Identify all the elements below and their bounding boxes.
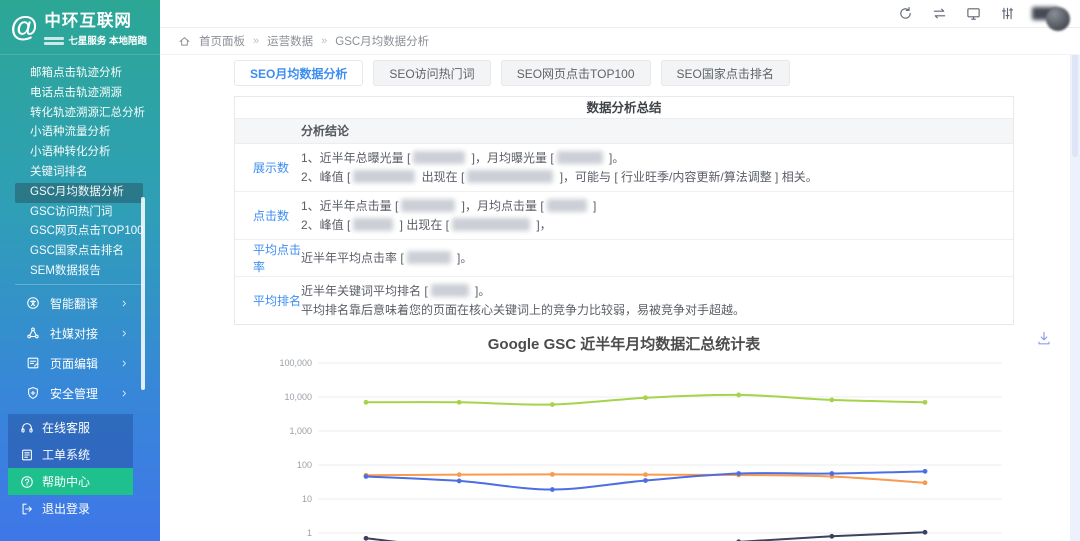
redacted-value — [407, 251, 451, 264]
user-cluster — [1032, 0, 1070, 31]
breadcrumb-separator: » — [321, 35, 327, 47]
help-icon — [20, 475, 34, 489]
page-scrollbar[interactable] — [1070, 48, 1080, 541]
sidebar-item[interactable]: 帮助中心 — [8, 468, 133, 495]
redacted-value — [401, 199, 455, 212]
summary-row-label: 展示数 — [235, 159, 301, 176]
sidebar-menu-top: 邮箱点击轨迹分析电话点击轨迹溯源转化轨迹溯源汇总分析小语种流量分析小语种转化分析… — [0, 64, 160, 282]
svg-text:100: 100 — [297, 460, 312, 470]
breadcrumb-item[interactable]: GSC月均数据分析 — [335, 33, 429, 49]
summary-rows: 展示数 1、近半年总曝光量 [ ]，月均曝光量 [ ]。2、峰值 [ 出现在 [… — [235, 144, 1013, 324]
svg-text:10,000: 10,000 — [284, 392, 312, 402]
translate-icon — [26, 296, 40, 310]
sidebar-item[interactable]: 在线客服 — [8, 414, 133, 441]
topbar — [160, 0, 1080, 28]
brand[interactable]: @ 中环互联网 七星服务 本地陪跑 — [0, 0, 160, 55]
tabs: SEO月均数据分析 SEO访问热门词 SEO网页点击TOP100 SEO国家点击排名 — [234, 60, 790, 86]
sidebar: @ 中环互联网 七星服务 本地陪跑 邮箱点击轨迹分析电话点击轨迹溯源转化轨迹溯源… — [0, 0, 160, 541]
summary-row: 点击数 1、近半年点击量 [ ]，月均点击量 [ ]2、峰值 [ ] 出现在 [… — [235, 192, 1013, 240]
svg-text:10: 10 — [302, 494, 312, 504]
chevron-right-icon — [119, 388, 130, 399]
summary-row-label: 平均排名 — [235, 292, 301, 309]
swirl-at-icon: @ — [10, 13, 37, 41]
ticket-icon — [20, 448, 34, 462]
summary-row: 平均排名 近半年关键词平均排名 [ ]。平均排名靠后意味着您的页面在核心关键词上… — [235, 277, 1013, 324]
redacted-value — [431, 284, 469, 297]
tab[interactable]: SEO国家点击排名 — [661, 60, 790, 86]
tab[interactable]: SEO月均数据分析 — [234, 60, 363, 86]
logout-icon — [20, 502, 34, 516]
sidebar-item[interactable]: GSC国家点击排名 — [15, 242, 143, 262]
topbar-icons — [898, 6, 1015, 21]
shield-icon — [26, 386, 40, 400]
summary-row-label: 平均点击率 — [235, 241, 301, 275]
chevron-right-icon — [119, 298, 130, 309]
refresh-icon[interactable] — [898, 6, 913, 21]
sidebar-item[interactable]: SEM数据报告 — [15, 262, 143, 282]
summary-column-header: 分析结论 — [235, 119, 1013, 144]
home-icon — [178, 35, 191, 48]
page-scrollbar-thumb[interactable] — [1072, 52, 1078, 157]
svg-text:1,000: 1,000 — [289, 426, 312, 436]
sidebar-item[interactable]: 邮箱点击轨迹分析 — [15, 64, 143, 84]
sliders-icon[interactable] — [1000, 6, 1015, 21]
app: @ 中环互联网 七星服务 本地陪跑 邮箱点击轨迹分析电话点击轨迹溯源转化轨迹溯源… — [0, 0, 1080, 541]
breadcrumb: 首页面板 » 运营数据 » GSC月均数据分析 — [160, 28, 1080, 55]
breadcrumb-separator: » — [253, 35, 259, 47]
sidebar-group-item[interactable]: 页面编辑 — [0, 348, 160, 378]
sidebar-item[interactable]: 小语种转化分析 — [15, 143, 143, 163]
redacted-value — [547, 199, 587, 212]
sidebar-item[interactable]: 电话点击轨迹溯源 — [15, 84, 143, 104]
sidebar-group-item[interactable]: 安全管理 — [0, 378, 160, 408]
redacted-value — [353, 218, 393, 231]
main-content: SEO月均数据分析SEO访问热门词SEO网页点击TOP100SEO国家点击排名 … — [160, 55, 1070, 541]
redacted-value — [353, 170, 415, 183]
tab[interactable]: SEO访问热门词 — [373, 60, 490, 86]
headset-icon — [20, 421, 34, 435]
sidebar-group-item[interactable]: 社媒对接 — [0, 318, 160, 348]
svg-text:1: 1 — [307, 528, 312, 538]
monitor-icon[interactable] — [966, 6, 981, 21]
line-chart: 100,000 10,000 1,000 100 10 1 — [160, 345, 1066, 541]
sidebar-menu-bottom: 在线客服 工单系统 帮助中心 退出登录 — [0, 414, 160, 522]
sidebar-item[interactable]: GSC访问热门词 — [15, 203, 143, 223]
sidebar-group-item[interactable]: 智能翻译 — [0, 288, 160, 318]
svg-text:100,000: 100,000 — [279, 358, 312, 368]
summary-row: 平均点击率 近半年平均点击率 [ ]。 — [235, 240, 1013, 277]
brand-slogan: 七星服务 本地陪跑 — [68, 33, 147, 47]
sidebar-item[interactable]: 关键词排名 — [15, 163, 143, 183]
brand-tiny-text — [44, 37, 64, 47]
sidebar-item[interactable]: 转化轨迹溯源汇总分析 — [15, 104, 143, 124]
redacted-value — [557, 151, 603, 164]
brand-title: 中环互联网 — [44, 7, 147, 31]
redacted-value — [467, 170, 553, 183]
breadcrumb-item[interactable]: 运营数据 — [267, 33, 313, 49]
page-edit-icon — [26, 356, 40, 370]
redacted-value — [413, 151, 465, 164]
summary-row-label: 点击数 — [235, 207, 301, 224]
tab[interactable]: SEO网页点击TOP100 — [501, 60, 651, 86]
summary-title: 数据分析总结 — [235, 97, 1013, 119]
user-avatar[interactable] — [1046, 7, 1070, 31]
summary-table: 数据分析总结 分析结论 展示数 1、近半年总曝光量 [ ]，月均曝光量 [ ]。… — [234, 96, 1014, 325]
chevron-right-icon — [119, 328, 130, 339]
sidebar-item[interactable]: 小语种流量分析 — [15, 123, 143, 143]
share-icon — [26, 326, 40, 340]
sidebar-divider — [15, 284, 145, 285]
redacted-value — [452, 218, 530, 231]
breadcrumb-item[interactable]: 首页面板 — [199, 33, 245, 49]
sidebar-item[interactable]: GSC月均数据分析 — [15, 183, 143, 203]
summary-row: 展示数 1、近半年总曝光量 [ ]，月均曝光量 [ ]。2、峰值 [ 出现在 [… — [235, 144, 1013, 192]
swap-icon[interactable] — [932, 6, 947, 21]
sidebar-item[interactable]: 退出登录 — [8, 495, 133, 522]
sidebar-menu-groups: 智能翻译 社媒对接 页面编辑 安全管理 — [0, 288, 160, 408]
chevron-right-icon — [119, 358, 130, 369]
sidebar-item[interactable]: 工单系统 — [8, 441, 133, 468]
sidebar-item[interactable]: GSC网页点击TOP100 — [15, 222, 143, 242]
